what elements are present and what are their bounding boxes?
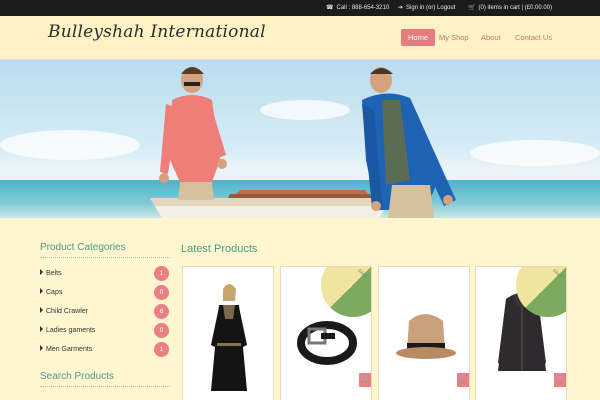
site-logo[interactable]: Bulleyshah International <box>48 22 266 42</box>
category-item-men-garments[interactable]: Men Garments 1 <box>40 340 170 359</box>
category-count-badge: 0 <box>154 285 169 300</box>
latest-products-title: Latest Products <box>181 243 258 255</box>
category-item-child-crawler[interactable]: Child Crawler 6 <box>40 302 170 321</box>
add-to-cart-button[interactable]: 🛒 <box>359 373 371 387</box>
cart-summary-link[interactable]: 🛒 (0) items in cart | (£0.00.00) <box>468 0 552 16</box>
caret-right-icon <box>40 345 43 351</box>
sign-in-text[interactable]: Sign in (or) Logout <box>406 5 455 11</box>
add-to-cart-icon: 🛒 <box>360 376 370 383</box>
add-to-cart-icon: 🛒 <box>555 376 565 383</box>
category-label[interactable]: Men Garments <box>46 346 92 353</box>
product-card[interactable] <box>182 266 274 400</box>
caret-right-icon <box>40 269 43 275</box>
category-count-badge: 1 <box>154 266 169 281</box>
top-bar: ☎ Call : 888-654-3210 ➔ Sign in (or) Logou… <box>0 0 600 16</box>
hero-photo <box>150 67 456 218</box>
category-label[interactable]: Ladies gaments <box>46 327 95 334</box>
add-to-cart-button[interactable]: 🛒 <box>554 373 566 387</box>
add-to-cart-button[interactable]: 🛒 <box>457 373 469 387</box>
sign-in-icon: ➔ <box>398 5 404 11</box>
category-count-badge: 1 <box>154 342 169 357</box>
category-list: Belts 1 Caps 0 Child Crawler 6 Ladies ga… <box>40 264 170 359</box>
category-count-badge: 6 <box>154 304 169 319</box>
sign-in-link[interactable]: ➔ Sign in (or) Logout <box>398 0 455 16</box>
sidebar: Product Categories Belts 1 Caps 0 Child … <box>40 242 170 400</box>
add-to-cart-icon: 🛒 <box>458 376 468 383</box>
cart-icon: 🛒 <box>468 5 476 11</box>
nav-my-shop[interactable]: My Shop <box>439 29 469 46</box>
product-card[interactable]: SALE 🛒 <box>475 266 567 400</box>
call-info: ☎ Call : 888-654-3210 <box>326 0 389 16</box>
cart-summary-text[interactable]: (0) items in cart | (£0.00.00) <box>478 5 552 11</box>
caret-right-icon <box>40 288 43 294</box>
call-text: Call : 888-654-3210 <box>336 5 390 11</box>
category-item-belts[interactable]: Belts 1 <box>40 264 170 283</box>
product-card[interactable]: SALE 🛒 <box>280 266 372 400</box>
category-item-caps[interactable]: Caps 0 <box>40 283 170 302</box>
product-image-black-dress[interactable] <box>183 267 274 391</box>
category-count-badge: 0 <box>154 323 169 338</box>
caret-right-icon <box>40 326 43 332</box>
nav-contact-us[interactable]: Contact Us <box>515 29 552 46</box>
search-title: Search Products <box>40 371 170 387</box>
nav-home[interactable]: Home <box>401 29 436 46</box>
site-header: Bulleyshah International Home My Shop Ab… <box>0 16 600 60</box>
categories-title: Product Categories <box>40 242 170 258</box>
category-label[interactable]: Child Crawler <box>46 308 88 315</box>
category-item-ladies-gaments[interactable]: Ladies gaments 0 <box>40 321 170 340</box>
caret-right-icon <box>40 307 43 313</box>
category-label[interactable]: Belts <box>46 270 62 277</box>
hero-banner <box>0 60 600 218</box>
category-label[interactable]: Caps <box>46 289 62 296</box>
product-card[interactable]: 🛒 <box>378 266 470 400</box>
nav-about[interactable]: About <box>481 29 501 46</box>
phone-icon: ☎ <box>326 5 334 11</box>
